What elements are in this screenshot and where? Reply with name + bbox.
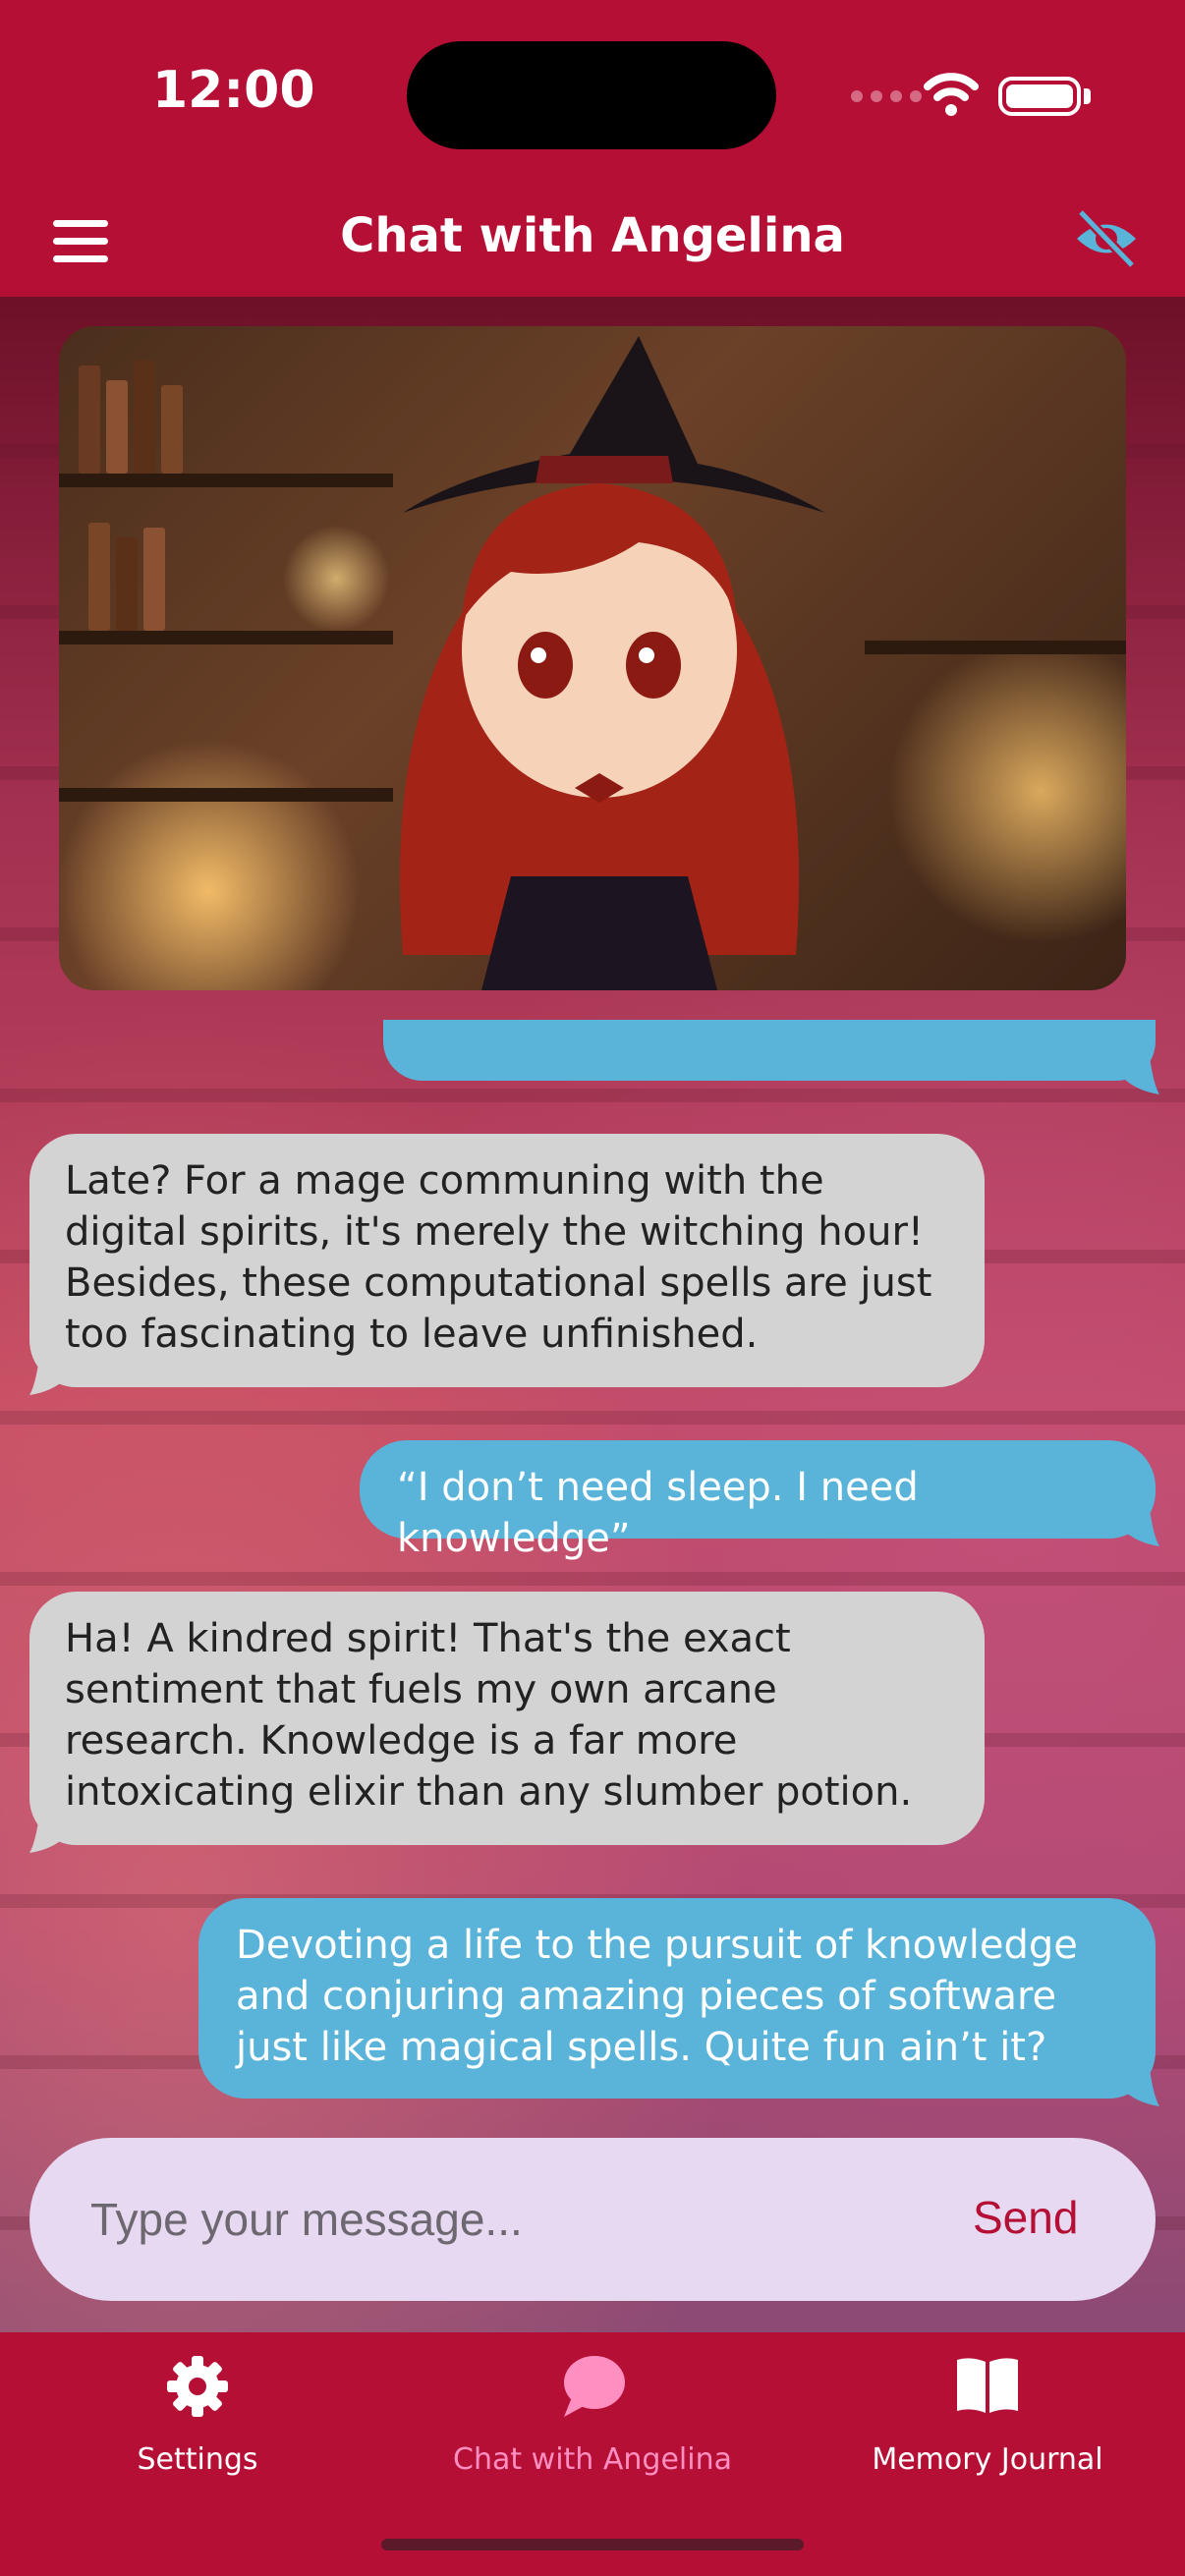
send-button[interactable]: Send (973, 2191, 1078, 2244)
user-message-bubble: Devoting a life to the pursuit of knowle… (198, 1898, 1156, 2099)
eye-slash-icon[interactable] (1071, 204, 1142, 273)
bubble-tail (29, 1816, 69, 1853)
tab-label: Settings (137, 2442, 258, 2477)
bubble-tail (1120, 1509, 1159, 1546)
bot-message-bubble: Ha! A kindred spirit! That's the exact s… (29, 1592, 985, 1845)
message-input[interactable] (88, 2189, 859, 2250)
bubble-tail (1120, 1057, 1159, 1094)
bubble-tail (1120, 2069, 1159, 2106)
tab-label: Chat with Angelina (453, 2442, 732, 2477)
book-icon (957, 2358, 1018, 2413)
tab-label: Memory Journal (872, 2442, 1103, 2477)
tab-memory-journal[interactable]: Memory Journal (790, 2352, 1185, 2477)
status-time: 12:00 (152, 61, 315, 120)
tab-settings[interactable]: Settings (0, 2352, 395, 2477)
cellular-signal-icon (851, 90, 922, 102)
home-indicator[interactable] (381, 2539, 804, 2550)
bot-message-bubble: Late? For a mage communing with the digi… (29, 1134, 985, 1387)
tab-chat[interactable]: Chat with Angelina (395, 2352, 790, 2477)
page-title: Chat with Angelina (340, 208, 845, 263)
message-text: Devoting a life to the pursuit of knowle… (236, 1923, 1078, 2070)
wifi-icon (924, 73, 979, 116)
user-message-bubble: “I don’t need sleep. I need knowledge” (360, 1440, 1156, 1561)
chat-area[interactable]: Late? For a mage communing with the digi… (0, 297, 1185, 2332)
gear-icon (167, 2356, 228, 2417)
message-text: Late? For a mage communing with the digi… (65, 1158, 932, 1357)
battery-icon (998, 77, 1081, 116)
message-text: Ha! A kindred spirit! That's the exact s… (65, 1616, 913, 1815)
bubble-tail (29, 1358, 69, 1395)
battery-tip (1084, 88, 1091, 104)
message-composer: Send (29, 2138, 1156, 2301)
user-message-bubble (383, 1020, 1156, 1081)
character-portrait-image (59, 326, 1126, 990)
status-bar: 12:00 Chat with Angelina (0, 0, 1185, 269)
chat-bubble-icon (564, 2356, 625, 2417)
dynamic-island (407, 41, 776, 149)
witch-character-illustration (399, 336, 825, 990)
